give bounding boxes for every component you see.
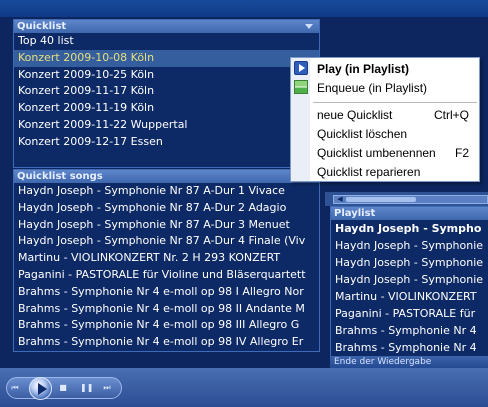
quicklist-songs-header-label: Quicklist songs: [17, 171, 103, 182]
quicklist-songs-panel: Quicklist songs Haydn Joseph - Symphonie…: [13, 169, 320, 352]
menu-item-new-shortcut: Ctrl+Q: [433, 108, 469, 122]
pause-icon[interactable]: ❚❚: [80, 384, 93, 392]
menu-item-enqueue-label: Enqueue (in Playlist): [317, 81, 428, 95]
play-icon: [294, 61, 308, 75]
play-icon: [38, 383, 47, 395]
chevron-down-icon[interactable]: [305, 24, 313, 29]
playlist-item[interactable]: Paganini - PASTORALE für: [331, 305, 488, 322]
top-strip: [0, 0, 488, 17]
playlist-header-label: Playlist: [334, 208, 376, 219]
scroll-thumb[interactable]: [346, 197, 416, 202]
menu-item-delete-quicklist[interactable]: Quicklist löschen: [317, 125, 477, 143]
menu-item-rename-shortcut: F2: [454, 146, 469, 160]
playlist-item[interactable]: Brahms - Symphonie Nr 4: [331, 322, 488, 339]
menu-item-play[interactable]: Play (in Playlist): [317, 60, 477, 78]
menu-item-rename-label: Quicklist umbenennen: [317, 146, 436, 160]
playlist-item[interactable]: Brahms - Symphonie Nr 4: [331, 339, 488, 356]
song-item[interactable]: Brahms - Symphonie Nr 4 e-moll op 98 III…: [14, 317, 319, 334]
menu-item-rename-quicklist[interactable]: Quicklist umbenennen F2: [317, 144, 477, 162]
context-menu-icon-column: [291, 58, 310, 181]
menu-item-new-label: neue Quicklist: [317, 108, 393, 122]
menu-separator: [313, 102, 477, 103]
song-item[interactable]: Brahms - Symphonie Nr 4 e-moll op 98 IV …: [14, 334, 319, 351]
song-item[interactable]: Haydn Joseph - Symphonie Nr 87 A-Dur 2 A…: [14, 200, 319, 217]
playlist-list: Haydn Joseph - Sympho Haydn Joseph - Sym…: [331, 220, 488, 356]
quicklist-item[interactable]: Konzert 2009-11-22 Wuppertal: [14, 117, 319, 134]
song-item[interactable]: Haydn Joseph - Symphonie Nr 87 A-Dur 4 F…: [14, 233, 319, 250]
quicklist-item[interactable]: Konzert 2009-12-17 Essen: [14, 134, 319, 151]
playlist-panel: Playlist Haydn Joseph - Sympho Haydn Jos…: [330, 206, 488, 362]
playlist-item[interactable]: Haydn Joseph - Sympho: [331, 220, 488, 237]
quicklist-list: Top 40 list Konzert 2009-10-08 Köln Konz…: [14, 33, 319, 151]
menu-item-enqueue[interactable]: Enqueue (in Playlist): [317, 79, 477, 97]
scroll-left-icon[interactable]: ◀: [335, 196, 345, 203]
quicklist-item[interactable]: Konzert 2009-11-17 Köln: [14, 83, 319, 100]
quicklist-songs-header: Quicklist songs: [14, 170, 319, 183]
playlist-item[interactable]: Haydn Joseph - Symphonie: [331, 271, 488, 288]
menu-item-repair-quicklist[interactable]: Quicklist reparieren: [317, 163, 477, 181]
quicklist-item[interactable]: Konzert 2009-10-25 Köln: [14, 67, 319, 84]
song-item[interactable]: Haydn Joseph - Symphonie Nr 87 A-Dur 3 M…: [14, 217, 319, 234]
song-item[interactable]: Brahms - Symphonie Nr 4 e-moll op 98 II …: [14, 301, 319, 318]
song-item[interactable]: Paganini - PASTORALE für Violine und Blä…: [14, 267, 319, 284]
playlist-item[interactable]: Martinu - VIOLINKONZERT: [331, 288, 488, 305]
song-item[interactable]: Haydn Joseph - Symphonie Nr 87 A-Dur 1 V…: [14, 183, 319, 200]
menu-item-new-quicklist[interactable]: neue Quicklist Ctrl+Q: [317, 106, 477, 124]
stop-icon[interactable]: ■: [58, 384, 68, 392]
song-item[interactable]: Brahms - Symphonie Nr 4 e-moll op 98 I A…: [14, 284, 319, 301]
quicklist-item[interactable]: Konzert 2009-10-08 Köln: [14, 49, 319, 67]
quicklist-panel: Quicklist Top 40 list Konzert 2009-10-08…: [13, 19, 320, 168]
songs-list: Haydn Joseph - Symphonie Nr 87 A-Dur 1 V…: [14, 183, 319, 351]
context-menu: Play (in Playlist) Enqueue (in Playlist)…: [290, 57, 480, 182]
next-icon[interactable]: ⏭: [102, 384, 112, 392]
play-button[interactable]: [29, 377, 52, 400]
quicklist-header-label: Quicklist: [17, 21, 67, 32]
quicklist-item[interactable]: Konzert 2009-11-19 Köln: [14, 100, 319, 117]
playback-status: Ende der Wiedergabe: [330, 356, 488, 368]
enqueue-icon: [294, 80, 308, 94]
playlist-item[interactable]: Haydn Joseph - Symphonie: [331, 254, 488, 271]
previous-icon[interactable]: ⏮: [10, 384, 20, 392]
menu-item-play-label: Play (in Playlist): [317, 62, 410, 76]
song-item[interactable]: Martinu - VIOLINKONZERT Nr. 2 H 293 KONZ…: [14, 250, 319, 267]
playlist-header: Playlist: [331, 207, 488, 220]
quicklist-item[interactable]: Top 40 list: [14, 33, 319, 50]
playlist-item[interactable]: Haydn Joseph - Symphonie: [331, 237, 488, 254]
quicklist-header[interactable]: Quicklist: [14, 20, 319, 33]
menu-item-delete-label: Quicklist löschen: [317, 127, 408, 141]
menu-item-repair-label: Quicklist reparieren: [317, 165, 421, 179]
playlist-horizontal-scrollbar[interactable]: ◀: [333, 195, 488, 204]
